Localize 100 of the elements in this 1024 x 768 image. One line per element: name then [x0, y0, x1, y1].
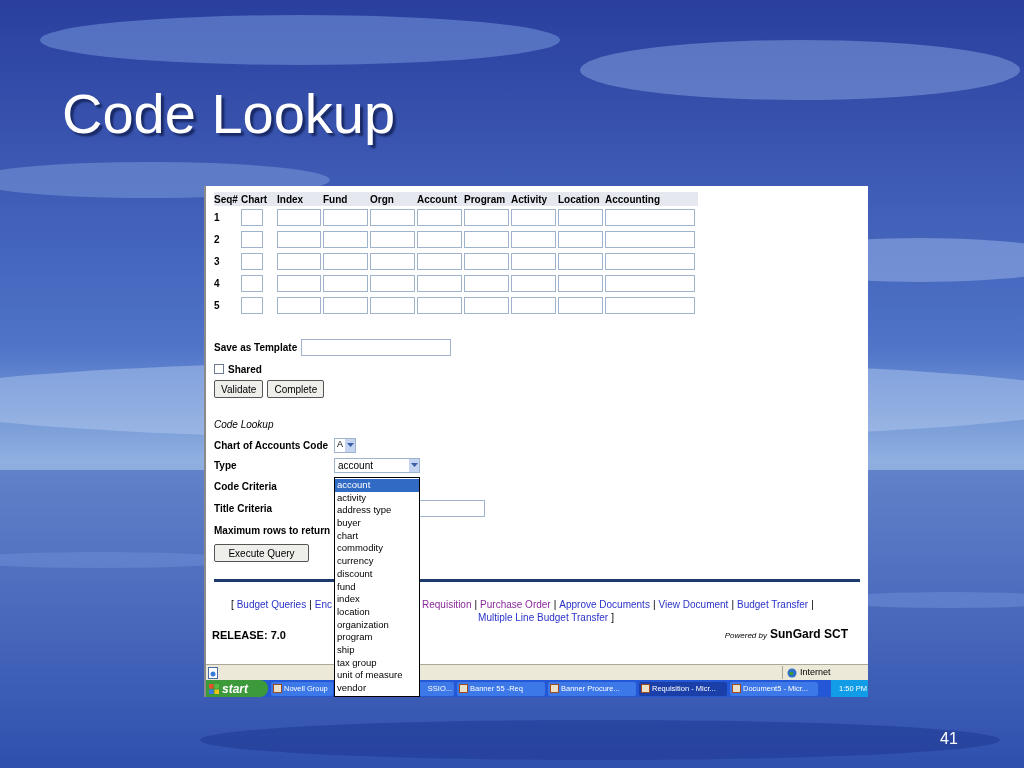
nav-link[interactable]: Requisition	[422, 598, 472, 611]
input-field[interactable]	[558, 230, 603, 248]
input-field[interactable]	[277, 296, 321, 314]
slide-title: Code Lookup	[62, 81, 396, 147]
field-label: Title Criteria	[214, 501, 274, 516]
dropdown-option[interactable]: discount	[335, 567, 419, 581]
bracket: [	[230, 598, 234, 611]
windows-logo-icon	[209, 683, 219, 694]
type-select[interactable]: account	[334, 457, 420, 473]
dropdown-option[interactable]: program	[335, 631, 419, 644]
input-field[interactable]	[241, 230, 263, 248]
separator: |	[652, 598, 656, 611]
input-field[interactable]	[605, 296, 695, 314]
dropdown-option[interactable]: chart	[335, 529, 419, 543]
dropdown-option[interactable]: location	[335, 605, 419, 619]
dropdown-option[interactable]: commodity	[335, 542, 419, 556]
dropdown-option[interactable]: unit of measure	[335, 669, 419, 682]
input-field[interactable]	[511, 296, 556, 314]
input-field[interactable]	[558, 274, 603, 292]
input-field[interactable]	[323, 296, 368, 314]
nav-link[interactable]: View Document	[658, 598, 729, 611]
input-field[interactable]	[464, 274, 509, 292]
input-field[interactable]	[370, 230, 415, 248]
input-field[interactable]	[277, 230, 321, 248]
dropdown-option[interactable]: tax group	[335, 656, 419, 670]
chart-select[interactable]: A	[334, 437, 356, 453]
column-header: Location	[558, 192, 601, 207]
dropdown-option[interactable]: buyer	[335, 517, 419, 530]
form-button[interactable]: Validate	[214, 380, 264, 398]
bracket: ]	[611, 611, 614, 624]
input-field[interactable]	[558, 208, 603, 226]
separator: |	[731, 598, 734, 611]
nav-link[interactable]: Approve Documents	[559, 598, 650, 611]
input-field[interactable]	[417, 208, 462, 226]
powered-by-logo: Powered by SunGard SCT	[724, 626, 848, 643]
checkbox[interactable]	[214, 364, 224, 374]
input-field[interactable]	[323, 208, 368, 226]
dropdown-option[interactable]: address type	[335, 504, 419, 518]
nav-link[interactable]: Budget Transfer	[737, 598, 809, 611]
input-field[interactable]	[241, 274, 263, 292]
row-number: 1	[214, 210, 221, 225]
input-field[interactable]	[511, 230, 556, 248]
input-field[interactable]	[417, 230, 462, 248]
dropdown-option[interactable]: ship	[335, 643, 419, 657]
input-field[interactable]	[511, 252, 556, 270]
input-field[interactable]	[605, 208, 695, 226]
execute-query-button[interactable]: Execute Query	[214, 544, 309, 562]
input-field[interactable]	[323, 252, 368, 270]
input-field[interactable]	[511, 274, 556, 292]
window-icon	[273, 684, 282, 693]
input-field[interactable]	[277, 208, 321, 226]
row-number: 4	[214, 276, 221, 291]
input-field[interactable]	[370, 208, 415, 226]
input-field[interactable]	[605, 252, 695, 270]
separator: |	[309, 598, 312, 611]
dropdown-option[interactable]: currency	[335, 555, 419, 568]
dropdown-option[interactable]: fund	[335, 580, 419, 594]
dropdown-option[interactable]: activity	[335, 491, 419, 505]
input-field[interactable]	[277, 274, 321, 292]
nav-link[interactable]: Purchase Order	[480, 598, 551, 611]
input-field[interactable]	[558, 296, 603, 314]
input-field[interactable]	[277, 252, 321, 270]
nav-link[interactable]: Enc	[314, 598, 332, 611]
input-field[interactable]	[605, 230, 695, 248]
input-field[interactable]	[417, 252, 462, 270]
input-field[interactable]	[370, 252, 415, 270]
column-header: Orgn	[370, 192, 395, 207]
input-field[interactable]	[464, 208, 509, 226]
separator: |	[811, 598, 814, 611]
input-field[interactable]	[301, 338, 452, 356]
input-field[interactable]	[464, 296, 509, 314]
input-field[interactable]	[241, 252, 263, 270]
input-field[interactable]	[323, 230, 368, 248]
start-button[interactable]: start	[206, 680, 268, 697]
dropdown-option[interactable]: vendor	[335, 682, 419, 695]
input-field[interactable]	[511, 208, 556, 226]
input-field[interactable]	[464, 230, 509, 248]
nav-link[interactable]: Budget Queries	[236, 598, 307, 611]
field-label: Maximum rows to return	[214, 523, 331, 538]
page-icon	[208, 666, 218, 679]
input-field[interactable]	[370, 274, 415, 292]
dropdown-option[interactable]: organization	[335, 618, 419, 632]
row-number: 5	[214, 298, 221, 313]
field-label: Type	[214, 458, 238, 473]
nav-link[interactable]: Multiple Line Budget Transfer	[478, 611, 609, 624]
input-field[interactable]	[417, 274, 462, 292]
zone-label: Internet	[800, 665, 831, 679]
input-field[interactable]	[323, 274, 368, 292]
input-field[interactable]	[605, 274, 695, 292]
input-field[interactable]	[370, 296, 415, 314]
input-field[interactable]	[558, 252, 603, 270]
form-button[interactable]: Complete	[267, 380, 325, 398]
separator: |	[474, 598, 478, 611]
input-field[interactable]	[241, 208, 263, 226]
input-field[interactable]	[464, 252, 509, 270]
caret-icon	[345, 438, 355, 452]
input-field[interactable]	[417, 296, 462, 314]
input-field[interactable]	[241, 296, 263, 314]
dropdown-option[interactable]: account	[335, 479, 419, 492]
dropdown-option[interactable]: index	[335, 593, 419, 606]
